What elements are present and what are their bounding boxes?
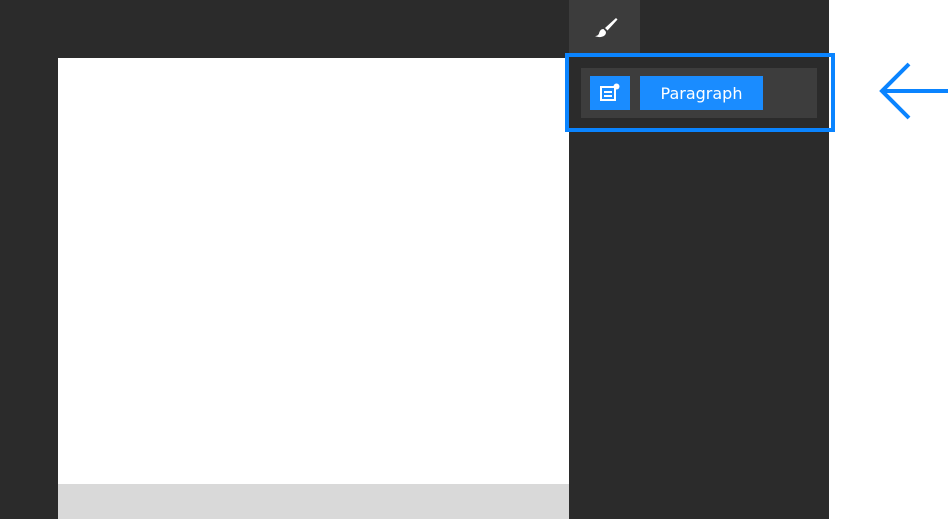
paintbrush-icon xyxy=(594,18,617,38)
screenshot-stage: Paragraph xyxy=(0,0,950,519)
paragraph-style-icon xyxy=(600,83,620,101)
paragraph-style-button[interactable]: Paragraph xyxy=(640,76,763,110)
left-arrow-icon xyxy=(879,62,948,120)
app-workspace: Paragraph xyxy=(0,0,829,519)
paragraph-style-row: Paragraph xyxy=(581,68,817,118)
style-side-panel: Paragraph xyxy=(569,0,829,519)
paragraph-style-icon-button[interactable] xyxy=(590,76,630,110)
style-tab[interactable] xyxy=(569,0,640,54)
canvas-bottom-area xyxy=(58,484,569,519)
document-canvas[interactable] xyxy=(58,58,569,484)
